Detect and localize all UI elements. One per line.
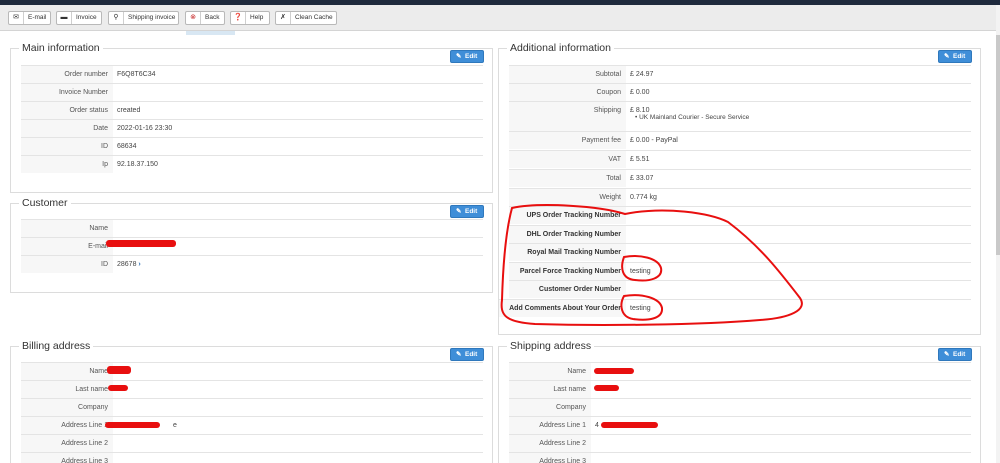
detail-row: DHL Order Tracking Number xyxy=(509,225,971,243)
redaction-mark xyxy=(594,368,634,374)
scrollbar-thumb[interactable] xyxy=(996,35,1000,255)
help-icon: ❓ xyxy=(231,12,246,24)
detail-row: Address Line 3 xyxy=(509,452,971,463)
invoice-button[interactable]: ▬ Invoice xyxy=(56,11,102,25)
invoice-icon: ▬ xyxy=(57,12,72,24)
detail-row: ID 28678 › xyxy=(21,255,483,273)
detail-row: Address Line 2 xyxy=(509,434,971,452)
pencil-icon: ✎ xyxy=(944,53,950,60)
help-button[interactable]: ❓ Help xyxy=(230,11,270,25)
shipping-method-item: • UK Mainland Courier - Secure Service xyxy=(635,114,750,121)
redaction-mark xyxy=(107,366,131,374)
detail-row: Company xyxy=(21,398,483,416)
detail-row: Customer Order Number xyxy=(509,280,971,298)
edit-additional-info-button[interactable]: ✎ Edit xyxy=(938,50,972,63)
shipping-address-panel: Shipping address ✎ Edit Name Last name Co… xyxy=(498,339,981,463)
pencil-icon: ✎ xyxy=(456,208,462,215)
detail-row: Name xyxy=(509,362,971,380)
detail-row: Order status created xyxy=(21,101,483,119)
email-icon: ✉ xyxy=(9,12,24,24)
detail-row: Add Comments About Your Order testing xyxy=(499,299,971,317)
detail-row: Address Line 2 xyxy=(21,434,483,452)
edit-main-info-button[interactable]: ✎ Edit xyxy=(450,50,484,63)
additional-information-panel: Additional information ✎ Edit Subtotal £ 2… xyxy=(498,41,981,335)
detail-row: Company xyxy=(509,398,971,416)
panel-title: Main information xyxy=(19,41,103,55)
detail-row: Total £ 33.07 xyxy=(509,169,971,187)
detail-row: E-mail xyxy=(21,237,483,255)
action-toolbar: ✉ E-mail ▬ Invoice ⚲ Shipping invoice ⊗ … xyxy=(0,5,996,31)
detail-row: Address Line 3 xyxy=(21,452,483,463)
detail-row: Name xyxy=(21,362,483,380)
detail-row: Weight 0.774 kg xyxy=(509,188,971,206)
back-button[interactable]: ⊗ Back xyxy=(185,11,225,25)
detail-row: Last name xyxy=(509,380,971,398)
redaction-mark xyxy=(105,422,160,428)
detail-row: Address Line 1e xyxy=(21,416,483,434)
shipping-invoice-button[interactable]: ⚲ Shipping invoice xyxy=(108,11,179,25)
redaction-mark xyxy=(108,385,128,391)
redaction-mark xyxy=(601,422,658,428)
clean-cache-button[interactable]: ✗ Clean Cache xyxy=(275,11,337,25)
redaction-mark xyxy=(106,240,176,247)
back-icon: ⊗ xyxy=(186,12,201,24)
detail-row: UPS Order Tracking Number xyxy=(509,206,971,224)
customer-id-link[interactable]: 28678 › xyxy=(117,256,141,273)
active-tab-indicator xyxy=(186,31,235,35)
redaction-mark xyxy=(594,385,619,391)
detail-row: Last name xyxy=(21,380,483,398)
main-information-panel: Main information ✎ Edit Order number F6Q8T… xyxy=(10,41,493,193)
detail-row: Name xyxy=(21,219,483,237)
edit-billing-button[interactable]: ✎ Edit xyxy=(450,348,484,361)
customer-panel: Customer ✎ Edit Name E-mail ID 28678 › xyxy=(10,196,493,293)
page-scrollbar[interactable] xyxy=(996,5,1000,463)
detail-row: Subtotal £ 24.97 xyxy=(509,65,971,83)
detail-row: Address Line 14 xyxy=(509,416,971,434)
panel-title: Customer xyxy=(19,196,71,210)
pencil-icon: ✎ xyxy=(456,53,462,60)
detail-row: Date 2022-01-16 23:30 xyxy=(21,119,483,137)
billing-address-panel: Billing address ✎ Edit Name Last name Com… xyxy=(10,339,493,463)
detail-row: Ip 92.18.37.150 xyxy=(21,155,483,173)
detail-row: Payment fee £ 0.00 - PayPal xyxy=(509,131,971,149)
panel-title: Additional information xyxy=(507,41,614,55)
edit-customer-button[interactable]: ✎ Edit xyxy=(450,205,484,218)
detail-row: Royal Mail Tracking Number xyxy=(509,243,971,261)
pencil-icon: ✎ xyxy=(456,351,462,358)
detail-row: VAT £ 5.51 xyxy=(509,150,971,168)
detail-row: Invoice Number xyxy=(21,83,483,101)
detail-row: Parcel Force Tracking Number testing xyxy=(509,262,971,280)
detail-row: Order number F6Q8T6C34 xyxy=(21,65,483,83)
panel-title: Billing address xyxy=(19,339,94,353)
clean-icon: ✗ xyxy=(276,12,291,24)
edit-shipping-button[interactable]: ✎ Edit xyxy=(938,348,972,361)
detail-row: ID 68634 xyxy=(21,137,483,155)
shipping-pin-icon: ⚲ xyxy=(109,12,124,24)
chevron-right-icon: › xyxy=(138,261,141,268)
detail-row: Coupon £ 0.00 xyxy=(509,83,971,101)
pencil-icon: ✎ xyxy=(944,351,950,358)
email-button[interactable]: ✉ E-mail xyxy=(8,11,51,25)
panel-title: Shipping address xyxy=(507,339,595,353)
